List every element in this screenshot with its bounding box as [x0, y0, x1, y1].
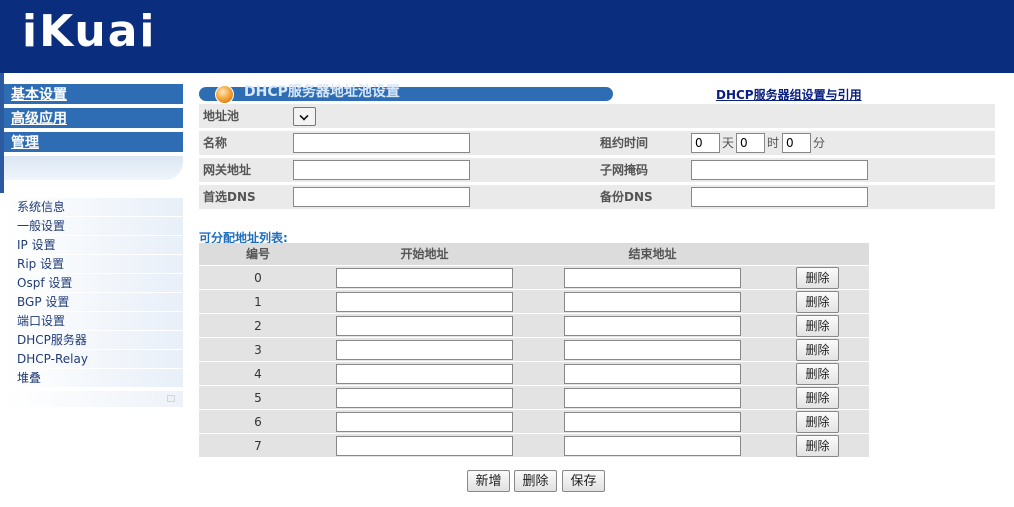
top-banner: iKuai — [0, 0, 1014, 73]
start-address-input[interactable] — [336, 292, 513, 312]
page-title: DHCP服务器地址池设置 — [244, 84, 400, 100]
start-address-input[interactable] — [336, 340, 513, 360]
end-address-input[interactable] — [564, 364, 741, 384]
name-input[interactable] — [293, 133, 470, 153]
row-number: 4 — [254, 367, 262, 381]
dns2-label: 备份DNS — [600, 190, 653, 204]
row-number: 0 — [254, 271, 262, 285]
row-number: 6 — [254, 415, 262, 429]
form-row-name: 名称 租约时间 天 时 分 — [199, 131, 995, 155]
submenu-footer — [4, 391, 183, 407]
sidebar-item-general[interactable]: 一般设置 — [4, 217, 183, 236]
row-number: 7 — [254, 439, 262, 453]
lease-label: 租约时间 — [600, 136, 649, 150]
dns2-input[interactable] — [691, 187, 868, 207]
menu-basic-settings[interactable]: 基本设置 — [4, 84, 183, 106]
dhcp-group-link[interactable]: DHCP服务器组设置与引用 — [716, 86, 862, 103]
form-row-dns: 首选DNS 备份DNS — [199, 185, 995, 209]
end-address-input[interactable] — [564, 412, 741, 432]
subnet-input[interactable] — [691, 160, 868, 180]
end-address-input[interactable] — [564, 292, 741, 312]
row-delete-button[interactable]: 删除 — [796, 387, 839, 409]
row-delete-button[interactable]: 删除 — [796, 339, 839, 361]
row-number: 5 — [254, 391, 262, 405]
row-delete-button[interactable]: 删除 — [796, 267, 839, 289]
table-row: 5 删除 — [199, 386, 869, 410]
form-row-pool: 地址池 — [199, 104, 995, 128]
end-address-input[interactable] — [564, 316, 741, 336]
table-row: 6 删除 — [199, 410, 869, 434]
orange-bullet-icon — [215, 85, 234, 104]
row-number: 2 — [254, 319, 262, 333]
dns1-label: 首选DNS — [203, 190, 256, 204]
lease-minutes-unit: 分 — [813, 136, 826, 150]
menu-advanced[interactable]: 高级应用 — [4, 108, 183, 130]
lease-days-unit: 天 — [722, 136, 735, 150]
chevron-down-icon — [299, 111, 309, 121]
row-delete-button[interactable]: 删除 — [796, 411, 839, 433]
submenu-header — [4, 156, 183, 180]
save-button[interactable]: 保存 — [562, 470, 605, 492]
delete-button[interactable]: 删除 — [514, 470, 557, 492]
dns1-input[interactable] — [293, 187, 470, 207]
sidebar-item-bgp[interactable]: BGP 设置 — [4, 293, 183, 312]
row-delete-button[interactable]: 删除 — [796, 315, 839, 337]
pool-select[interactable] — [293, 107, 316, 126]
form-row-gateway: 网关地址 子网掩码 — [199, 158, 995, 182]
ikuai-logo: iKuai — [22, 6, 157, 57]
row-delete-button[interactable]: 删除 — [796, 291, 839, 313]
table-row: 1 删除 — [199, 290, 869, 314]
col-number: 编号 — [245, 247, 270, 261]
name-label: 名称 — [203, 136, 228, 150]
table-row: 0 删除 — [199, 266, 869, 290]
sidebar-item-ip[interactable]: IP 设置 — [4, 236, 183, 255]
gateway-input[interactable] — [293, 160, 470, 180]
start-address-input[interactable] — [336, 316, 513, 336]
sidebar-item-ospf[interactable]: Ospf 设置 — [4, 274, 183, 293]
end-address-input[interactable] — [564, 268, 741, 288]
end-address-input[interactable] — [564, 388, 741, 408]
lease-days-input[interactable] — [691, 133, 720, 153]
lease-hours-unit: 时 — [767, 136, 780, 150]
sidebar-item-rip[interactable]: Rip 设置 — [4, 255, 183, 274]
subnet-label: 子网掩码 — [600, 163, 649, 177]
lease-minutes-input[interactable] — [782, 133, 811, 153]
table-row: 4 删除 — [199, 362, 869, 386]
sidebar-item-dhcp-relay[interactable]: DHCP-Relay — [4, 350, 183, 369]
sidebar-item-port[interactable]: 端口设置 — [4, 312, 183, 331]
sidebar-item-dhcp-server[interactable]: DHCP服务器 — [4, 331, 183, 350]
collapse-icon[interactable] — [167, 395, 175, 402]
start-address-input[interactable] — [336, 268, 513, 288]
start-address-input[interactable] — [336, 388, 513, 408]
table-row: 3 删除 — [199, 338, 869, 362]
end-address-input[interactable] — [564, 436, 741, 456]
start-address-input[interactable] — [336, 412, 513, 432]
table-row: 2 删除 — [199, 314, 869, 338]
sidebar-item-system-info[interactable]: 系统信息 — [4, 198, 183, 217]
lease-hours-input[interactable] — [736, 133, 765, 153]
col-start-address: 开始地址 — [400, 247, 449, 261]
row-number: 1 — [254, 295, 262, 309]
col-end-address: 结束地址 — [628, 247, 677, 261]
section-title-bar: DHCP服务器地址池设置 — [199, 84, 613, 104]
table-row: 7 删除 — [199, 434, 869, 458]
pool-label: 地址池 — [203, 109, 240, 123]
add-button[interactable]: 新增 — [467, 470, 510, 492]
gateway-label: 网关地址 — [203, 163, 252, 177]
sidebar-item-stack[interactable]: 堆叠 — [4, 369, 183, 388]
row-delete-button[interactable]: 删除 — [796, 435, 839, 457]
start-address-input[interactable] — [336, 436, 513, 456]
end-address-input[interactable] — [564, 340, 741, 360]
row-delete-button[interactable]: 删除 — [796, 363, 839, 385]
start-address-input[interactable] — [336, 364, 513, 384]
address-list-header: 编号 开始地址 结束地址 — [199, 243, 869, 265]
row-number: 3 — [254, 343, 262, 357]
menu-management[interactable]: 管理 — [4, 132, 183, 154]
